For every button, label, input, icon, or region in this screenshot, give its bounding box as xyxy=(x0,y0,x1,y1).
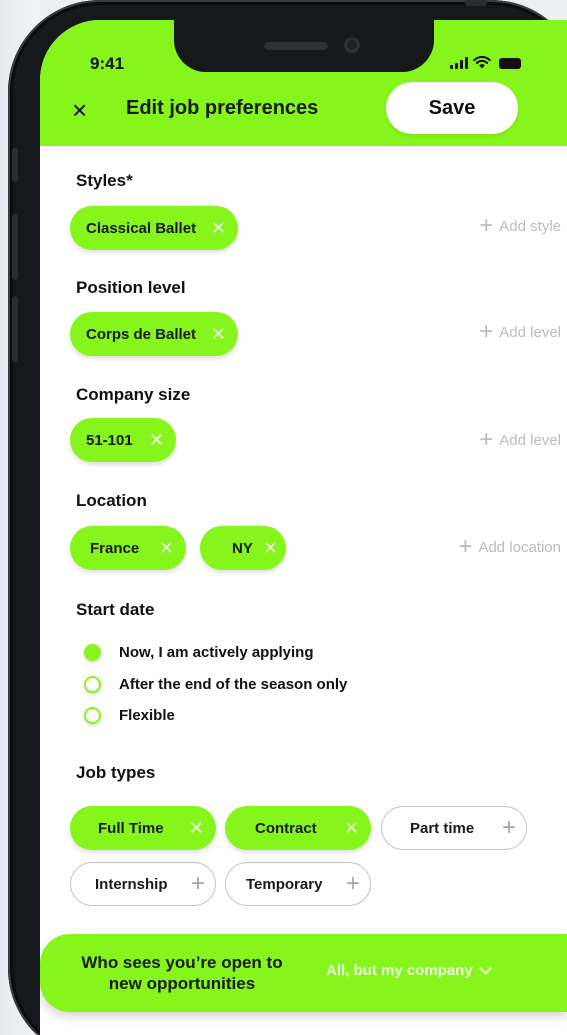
add-level-label: Add level xyxy=(499,323,561,341)
phone-mute-switch xyxy=(12,148,18,182)
page-title: Edit job preferences xyxy=(126,97,319,119)
style-chip-label: Classical Ballet xyxy=(86,219,197,237)
company-size-label: Company size xyxy=(76,385,191,404)
start-date-option[interactable]: After the end of the season only xyxy=(84,676,347,693)
phone-top-button xyxy=(465,0,487,6)
job-type-chip-selected[interactable]: Full Time ✕ xyxy=(70,806,216,850)
visibility-select[interactable]: All, but my company xyxy=(326,961,492,979)
styles-label: Styles* xyxy=(76,171,133,190)
location-label: Location xyxy=(76,491,147,510)
phone-notch xyxy=(174,20,434,72)
start-date-option[interactable]: Flexible xyxy=(84,707,175,724)
plus-icon: + xyxy=(501,814,516,841)
cellular-signal-icon xyxy=(450,57,468,69)
radio-unselected-icon[interactable] xyxy=(84,707,101,724)
plus-icon: + xyxy=(479,212,494,239)
start-date-option[interactable]: Now, I am actively applying xyxy=(84,644,314,661)
battery-icon xyxy=(499,58,521,69)
position-level-label: Position level xyxy=(76,278,186,297)
add-level-button[interactable]: + Add level xyxy=(479,318,561,345)
remove-icon[interactable]: ✕ xyxy=(263,538,278,559)
add-company-size-label: Add level xyxy=(499,431,561,449)
chevron-down-icon xyxy=(478,961,492,975)
visibility-label: Who sees you’re open to new opportunitie… xyxy=(81,953,283,993)
status-icons xyxy=(450,56,521,69)
job-type-chip-label: Full Time xyxy=(98,819,164,837)
style-chip[interactable]: Classical Ballet ✕ xyxy=(70,206,238,250)
position-level-chip-label: Corps de Ballet xyxy=(86,325,197,343)
location-chip-label: NY xyxy=(232,539,253,557)
remove-icon[interactable]: ✕ xyxy=(149,430,164,451)
add-company-size-button[interactable]: + Add level xyxy=(479,426,561,453)
radio-unselected-icon[interactable] xyxy=(84,676,101,693)
plus-icon: + xyxy=(345,870,360,897)
company-size-chip-label: 51-101 xyxy=(86,431,133,449)
plus-icon: + xyxy=(479,318,494,345)
camera-icon xyxy=(344,37,360,53)
location-chip-ny[interactable]: NY ✕ xyxy=(200,526,286,570)
job-type-chip-label: Contract xyxy=(255,819,317,837)
location-chip-france[interactable]: France ✕ xyxy=(70,526,186,570)
remove-icon[interactable]: ✕ xyxy=(211,324,226,345)
add-style-button[interactable]: + Add style xyxy=(479,212,561,239)
status-time: 9:41 xyxy=(90,54,125,73)
job-type-chip[interactable]: Part time + xyxy=(381,806,527,850)
add-location-label: Add location xyxy=(478,538,561,556)
remove-icon[interactable]: ✕ xyxy=(344,818,359,839)
remove-icon[interactable]: ✕ xyxy=(159,538,174,559)
phone-volume-up xyxy=(12,214,18,280)
add-style-label: Add style xyxy=(499,217,561,235)
visibility-value: All, but my company xyxy=(326,962,473,979)
location-chip-label: France xyxy=(90,539,140,557)
start-date-option-label: After the end of the season only xyxy=(119,676,348,693)
plus-icon: + xyxy=(190,870,205,897)
job-type-chip-label: Internship xyxy=(95,875,168,893)
save-button[interactable]: Save xyxy=(386,82,518,134)
start-date-option-label: Flexible xyxy=(119,707,175,724)
job-type-chip-selected[interactable]: Contract ✕ xyxy=(225,806,371,850)
job-types-label: Job types xyxy=(76,763,156,782)
phone-volume-down xyxy=(12,296,18,362)
speaker-grille xyxy=(264,42,328,50)
start-date-label: Start date xyxy=(76,600,155,619)
job-type-chip[interactable]: Temporary + xyxy=(225,862,371,906)
radio-selected-icon[interactable] xyxy=(84,644,101,661)
plus-icon: + xyxy=(458,533,473,560)
close-icon[interactable]: × xyxy=(72,97,87,123)
start-date-option-label: Now, I am actively applying xyxy=(119,644,314,661)
remove-icon[interactable]: ✕ xyxy=(211,218,226,239)
job-type-chip-label: Part time xyxy=(410,819,475,837)
job-type-chip[interactable]: Internship + xyxy=(70,862,216,906)
company-size-chip[interactable]: 51-101 ✕ xyxy=(70,418,176,462)
plus-icon: + xyxy=(479,426,494,453)
job-type-chip-label: Temporary xyxy=(246,875,323,893)
position-level-chip[interactable]: Corps de Ballet ✕ xyxy=(70,312,238,356)
wifi-icon xyxy=(473,56,491,69)
screen: 9:41 × Edit job preferences Save Styles*… xyxy=(40,20,567,1035)
remove-icon[interactable]: ✕ xyxy=(189,818,204,839)
visibility-bar[interactable]: Who sees you’re open to new opportunitie… xyxy=(40,934,567,1012)
add-location-button[interactable]: + Add location xyxy=(458,533,561,560)
